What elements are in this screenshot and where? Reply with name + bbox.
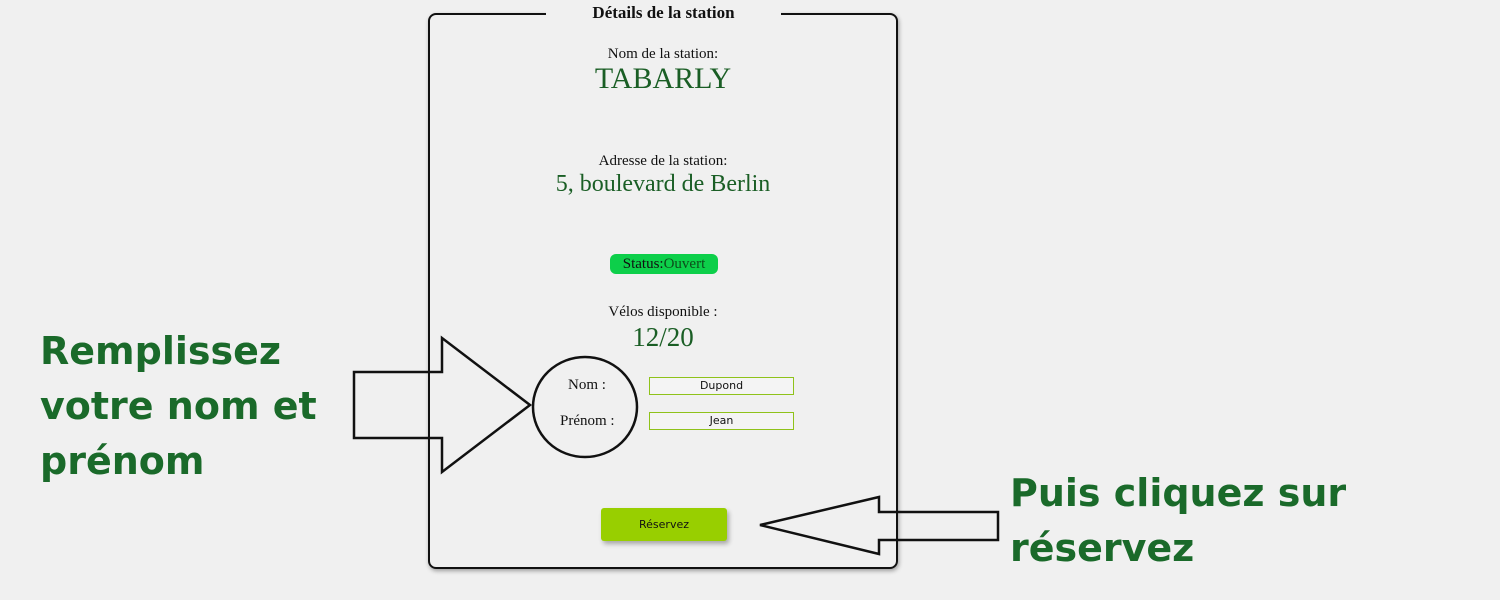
instruction-line: réservez (1010, 526, 1195, 570)
left-pointing-arrow-icon (759, 495, 1000, 556)
instruction-fill-name: Remplissez votre nom et prénom (40, 324, 317, 489)
highlight-circle-icon (531, 355, 639, 459)
instruction-line: votre nom et (40, 384, 317, 428)
instruction-click-reserve: Puis cliquez sur réservez (1010, 466, 1346, 576)
instruction-line: Puis cliquez sur (1010, 471, 1347, 515)
instruction-line: prénom (40, 439, 205, 483)
right-pointing-arrow-icon (352, 335, 533, 475)
instruction-line: Remplissez (40, 329, 282, 373)
